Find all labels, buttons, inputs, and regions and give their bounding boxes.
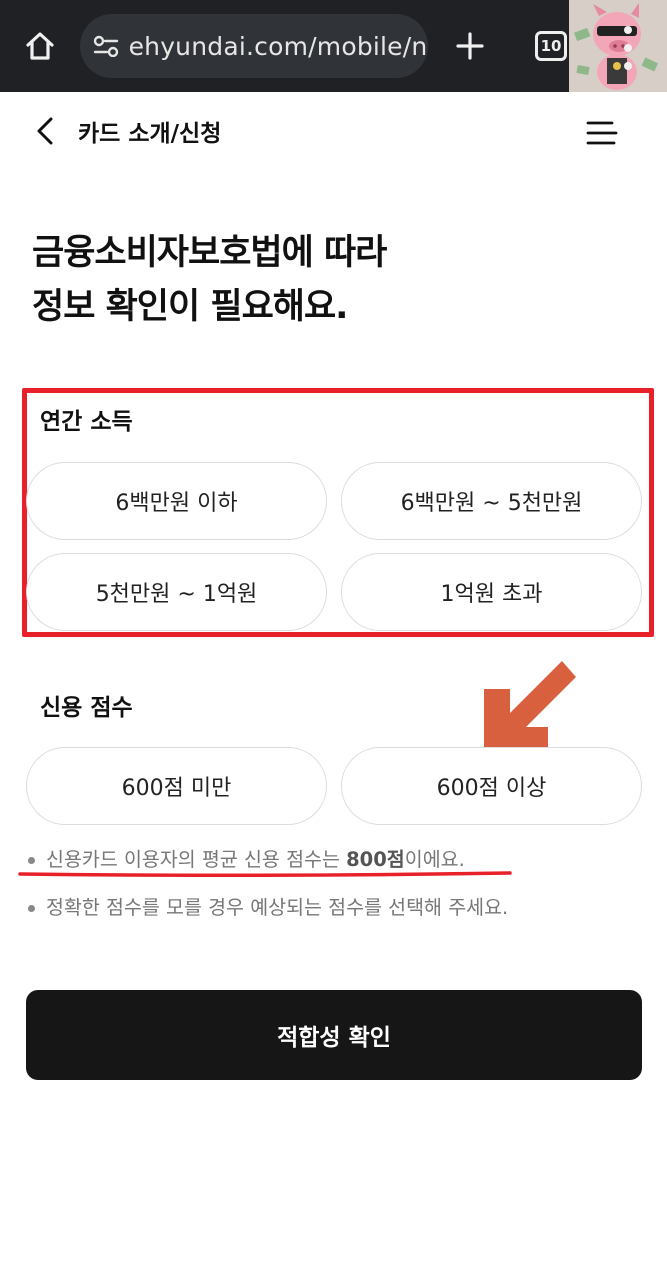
credit-option-600-or-more[interactable]: 600점 이상 [341, 747, 642, 825]
plus-icon [456, 32, 484, 60]
income-option-50m-100m[interactable]: 5천만원 ~ 1억원 [26, 553, 327, 631]
home-icon [26, 32, 54, 60]
home-button[interactable] [18, 24, 62, 68]
menu-button[interactable] [586, 120, 618, 146]
app-header: 카드 소개/신청 [0, 92, 667, 172]
hamburger-menu-icon [586, 121, 618, 145]
main-heading: 금융소비자보호법에 따라 정보 확인이 필요해요. [32, 226, 592, 334]
credit-score-label: 신용 점수 [40, 695, 133, 721]
new-tab-button[interactable] [448, 24, 492, 68]
browser-toolbar: ehyundai.com/mobile/ne 10 [0, 0, 667, 92]
address-bar[interactable]: ehyundai.com/mobile/ne [80, 14, 428, 78]
notes-list: 신용카드 이용자의 평균 신용 점수는 800점이에요. 정확한 점수를 모를 … [26, 846, 646, 922]
chevron-left-icon [37, 117, 53, 145]
credit-option-under-600[interactable]: 600점 미만 [26, 747, 327, 825]
site-settings-icon[interactable] [92, 31, 121, 61]
income-label: 연간 소득 [40, 409, 133, 435]
heading-line-2: 정보 확인이 필요해요. [32, 287, 348, 327]
heading-line-1: 금융소비자보호법에 따라 [32, 233, 387, 273]
tab-switcher-button[interactable]: 10 [535, 31, 567, 61]
note-estimate-score: 정확한 점수를 모를 경우 예상되는 점수를 선택해 주세요. [26, 894, 646, 922]
back-button[interactable] [30, 114, 60, 148]
income-option-over-100m[interactable]: 1억원 초과 [341, 553, 642, 631]
average-score-value: 800점 [346, 848, 405, 871]
note-average-score: 신용카드 이용자의 평균 신용 점수는 800점이에요. [26, 846, 646, 874]
suitability-check-button[interactable]: 적합성 확인 [26, 990, 642, 1080]
more-options-icon[interactable] [618, 26, 638, 70]
url-text: ehyundai.com/mobile/ne [128, 31, 428, 61]
red-underline-annotation [18, 871, 512, 877]
income-option-6m-50m[interactable]: 6백만원 ~ 5천만원 [341, 462, 642, 540]
page-title: 카드 소개/신청 [78, 121, 222, 147]
income-option-under-6m[interactable]: 6백만원 이하 [26, 462, 327, 540]
bullet-dot [28, 905, 35, 912]
bullet-dot [28, 857, 35, 864]
